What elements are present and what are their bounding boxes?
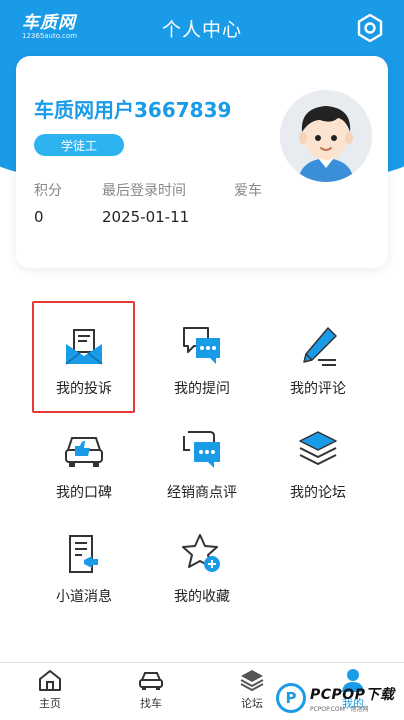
news-document-icon — [69, 535, 98, 573]
highlight-annotation — [32, 301, 135, 413]
profile-card: 车质网用户3667839 学徒工 积分 最后登录时间 爱车 0 2025-01-… — [16, 56, 388, 268]
settings-hexagon-icon — [357, 13, 383, 43]
nav-home[interactable]: 主页 — [20, 667, 80, 711]
my-car-label[interactable]: 爱车 — [234, 180, 262, 200]
menu-my-forum[interactable]: 我的论坛 — [263, 412, 373, 502]
menu-label: 小道消息 — [56, 589, 112, 605]
menu-my-favorites[interactable]: 我的收藏 — [147, 516, 257, 606]
watermark: P PCPOP下载 PCPOP.COM · 泡泡网 — [276, 676, 404, 720]
menu-label: 我的收藏 — [174, 589, 230, 605]
favorite-star-icon — [182, 534, 220, 572]
menu-label: 我的评论 — [290, 381, 346, 397]
level-badge[interactable]: 学徒工 — [34, 134, 124, 156]
top-bar: 车质网 12365auto.com 个人中心 — [0, 0, 404, 56]
car-icon — [139, 672, 163, 690]
menu-label: 我的论坛 — [290, 485, 346, 501]
watermark-text: PCPOP下载 — [310, 686, 395, 703]
menu-label: 我的提问 — [174, 381, 230, 397]
menu-label: 经销商点评 — [167, 485, 237, 501]
forum-layers-icon — [299, 431, 337, 465]
car-thumbs-up-icon — [65, 437, 103, 467]
last-login-value: 2025-01-11 — [102, 208, 190, 226]
points-value: 0 — [34, 208, 44, 226]
menu-my-reputation[interactable]: 我的口碑 — [29, 412, 139, 502]
menu-label: 我的口碑 — [56, 485, 112, 501]
username: 车质网用户3667839 — [34, 98, 232, 122]
settings-button[interactable] — [354, 12, 386, 44]
points-label: 积分 — [34, 183, 62, 199]
app-logo: 车质网 12365auto.com — [22, 13, 78, 40]
dealer-review-icon — [183, 431, 220, 468]
menu-dealer-reviews[interactable]: 经销商点评 — [147, 412, 257, 502]
home-icon — [39, 670, 61, 691]
avatar-icon — [280, 90, 372, 182]
avatar[interactable] — [280, 90, 372, 182]
menu-my-questions[interactable]: 我的提问 — [147, 308, 257, 398]
last-login-label: 最后登录时间 — [102, 183, 186, 199]
page-title: 个人中心 — [161, 18, 242, 41]
watermark-logo: P — [276, 683, 306, 713]
menu-gossip-news[interactable]: 小道消息 — [29, 516, 139, 606]
layers-icon — [240, 670, 264, 692]
menu-my-comments[interactable]: 我的评论 — [263, 308, 373, 398]
question-chat-icon — [183, 327, 220, 364]
nav-forum[interactable]: 论坛 — [222, 667, 282, 711]
nav-find-car[interactable]: 找车 — [121, 667, 181, 711]
comment-pen-icon — [303, 327, 337, 366]
watermark-subtext: PCPOP.COM · 泡泡网 — [310, 705, 369, 713]
